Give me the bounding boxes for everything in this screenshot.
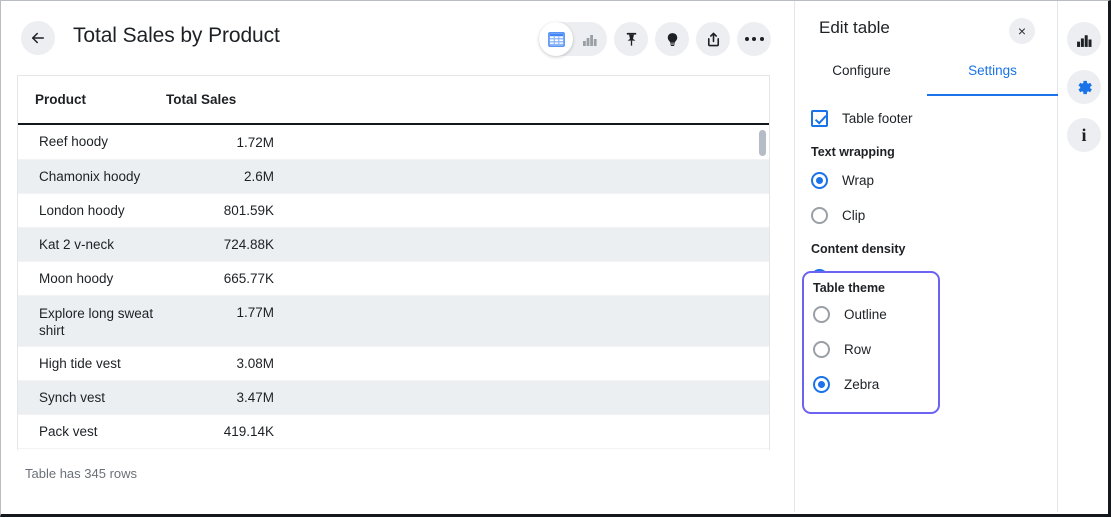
table-grid-icon [548,31,565,48]
lightbulb-icon [664,31,681,48]
table-row-count-note: Table has 345 rows [25,466,137,481]
cell-product: Pack vest [18,423,166,440]
radio-unselected-icon[interactable] [811,207,828,224]
table-row[interactable]: Pack vest 419.14K [18,415,769,449]
cell-product: Moon hoody [18,270,166,287]
checkbox-checked-icon[interactable] [811,110,828,127]
cell-total-sales: 665.77K [166,271,284,286]
bar-chart-icon [1076,31,1093,48]
cell-total-sales: 3.47M [166,390,284,405]
view-toggle-group [539,22,607,56]
table-row[interactable]: High tide vest 3.08M [18,347,769,381]
table-row[interactable]: Reef hoody 1.72M [18,125,769,160]
toolbar [539,22,771,56]
ellipsis-icon [745,37,764,41]
data-table: Product Total Sales Reef hoody 1.72M Cha… [17,75,770,450]
radio-unselected-icon[interactable] [813,306,830,323]
column-header-total-sales[interactable]: Total Sales [166,92,236,107]
screenshot-root: Total Sales by Product [0,0,1111,517]
table-row[interactable]: Explore long sweat shirt 1.77M [18,296,769,347]
tab-settings[interactable]: Settings [927,63,1058,96]
cell-product: Synch vest [18,389,166,406]
radio-unselected-icon[interactable] [813,341,830,358]
table-theme-group: Table theme Outline Row Zebra [802,271,940,414]
table-row[interactable]: Kat 2 v-neck 724.88K [18,228,769,262]
table-vertical-scrollbar[interactable] [759,130,766,156]
arrow-left-icon [29,29,47,47]
pin-button[interactable] [614,22,648,56]
table-header-row: Product Total Sales [18,76,769,125]
cell-product: London hoody [18,202,166,219]
rail-settings-button[interactable] [1067,70,1101,104]
cell-product: Reef hoody [18,133,166,150]
table-row[interactable]: Chamonix hoody 2.6M [18,160,769,194]
page-title: Total Sales by Product [73,24,280,48]
radio-row-outline[interactable]: Outline [804,297,938,332]
pin-icon [623,31,640,48]
table-row[interactable]: Moon hoody 665.77K [18,262,769,296]
radio-row-wrap[interactable]: Wrap [796,163,1058,198]
title-bar: Total Sales by Product [1,1,795,75]
insights-button[interactable] [655,22,689,56]
table-theme-heading: Table theme [804,281,938,295]
cell-total-sales: 3.08M [166,356,284,371]
content-density-heading: Content density [796,242,1058,256]
rail-chart-button[interactable] [1067,22,1101,56]
cell-total-sales: 2.6M [166,169,284,184]
radio-selected-icon[interactable] [813,376,830,393]
radio-label-outline: Outline [844,307,887,322]
radio-selected-icon[interactable] [811,172,828,189]
tab-configure[interactable]: Configure [796,63,927,96]
cell-total-sales: 1.77M [166,305,284,320]
view-chart-toggle[interactable] [573,22,607,56]
table-row[interactable]: Synch vest 3.47M [18,381,769,415]
panel-title: Edit table [819,18,890,38]
panel-tabs: Configure Settings [796,63,1058,96]
view-table-toggle[interactable] [539,22,573,56]
column-header-product[interactable]: Product [18,92,166,107]
table-footer-label: Table footer [842,111,913,126]
table-body: Reef hoody 1.72M Chamonix hoody 2.6M Lon… [18,125,769,449]
radio-label-row: Row [844,342,871,357]
share-button[interactable] [696,22,730,56]
back-button[interactable] [21,21,55,55]
rail-info-button[interactable]: i [1067,118,1101,152]
cell-total-sales: 801.59K [166,203,284,218]
cell-total-sales: 1.72M [166,135,284,150]
cell-product: Chamonix hoody [18,168,166,185]
cell-product: Explore long sweat shirt [18,305,166,340]
gear-icon [1075,78,1094,97]
table-row[interactable]: London hoody 801.59K [18,194,769,228]
text-wrapping-heading: Text wrapping [796,145,1058,159]
radio-label-wrap: Wrap [842,173,874,188]
radio-row-zebra[interactable]: Zebra [804,367,938,402]
table-footer-checkbox-row[interactable]: Table footer [796,101,1058,136]
more-options-button[interactable] [737,22,771,56]
cell-total-sales: 419.14K [166,424,284,439]
share-upload-icon [705,31,722,48]
visualization-area: Total Sales by Product [1,1,795,512]
cell-product: Kat 2 v-neck [18,236,166,253]
radio-label-clip: Clip [842,208,865,223]
info-icon: i [1081,126,1086,144]
close-icon[interactable]: × [1009,18,1035,44]
radio-label-zebra: Zebra [844,377,879,392]
right-icon-rail: i [1059,1,1109,512]
cell-total-sales: 724.88K [166,237,284,252]
edit-table-panel: Edit table × Configure Settings Table fo… [796,1,1058,512]
cell-product: High tide vest [18,355,166,372]
radio-row-clip[interactable]: Clip [796,198,1058,233]
radio-row-row[interactable]: Row [804,332,938,367]
bar-chart-icon [582,31,598,47]
